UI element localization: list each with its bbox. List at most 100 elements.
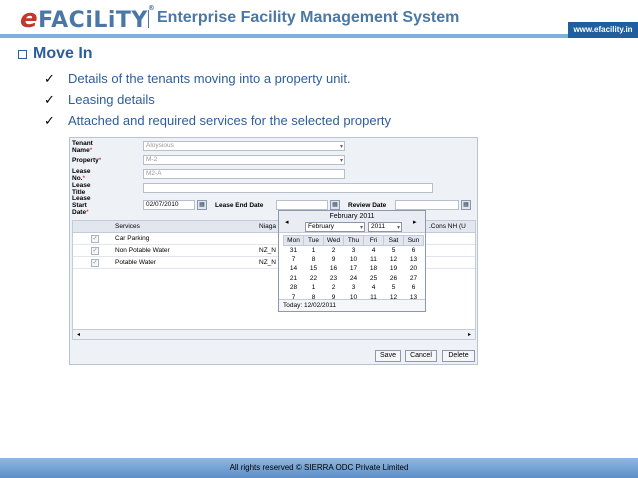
lease-start-date-label: Lease Start Date* <box>72 195 91 216</box>
calendar-header: February 2011 ◂ February ▾ 2011 ▾ ▸ <box>279 211 425 233</box>
save-button[interactable]: Save <box>375 350 401 362</box>
calendar-day[interactable]: 12 <box>384 255 404 265</box>
header: eFACiLiTY® Enterprise Facility Managemen… <box>0 0 638 38</box>
chevron-down-icon: ▾ <box>339 144 343 150</box>
calendar-day[interactable]: 6 <box>404 283 424 293</box>
service-name: Non Potable Water <box>115 247 170 254</box>
calendar-day[interactable]: 23 <box>324 274 344 284</box>
year-select[interactable]: 2011 ▾ <box>368 222 402 232</box>
chevron-down-icon: ▾ <box>339 158 343 164</box>
column-header-niaga[interactable]: Niaga <box>259 223 276 230</box>
row-checkbox[interactable]: ✓ <box>91 235 99 243</box>
bullet-text: Details of the tenants moving into a pro… <box>68 71 351 86</box>
calendar-day[interactable]: 15 <box>304 264 324 274</box>
tenant-name-select[interactable]: Aloysious ▾ <box>143 141 345 151</box>
calendar-day[interactable]: 5 <box>384 245 404 255</box>
scroll-left-icon[interactable]: ◂ <box>77 331 80 338</box>
calendar-icon[interactable]: ▦ <box>461 200 471 210</box>
horizontal-scrollbar[interactable]: ◂ ▸ <box>73 329 475 339</box>
calendar-day[interactable]: 17 <box>344 264 364 274</box>
calendar-day[interactable]: 25 <box>364 274 384 284</box>
calendar-week: 7 8 9 10 11 12 13 <box>284 255 424 265</box>
cancel-button[interactable]: Cancel <box>405 350 437 362</box>
row-checkbox[interactable]: ✓ <box>91 259 99 267</box>
calendar-day[interactable]: 22 <box>304 274 324 284</box>
service-name: Car Parking <box>115 235 150 242</box>
lease-start-date-input[interactable]: 02/07/2010 <box>143 200 195 210</box>
bullet-item: ✓ Leasing details <box>44 89 391 110</box>
calendar-day[interactable]: 8 <box>304 255 324 265</box>
calendar-day[interactable]: 4 <box>364 245 384 255</box>
calendar-day[interactable]: 3 <box>344 283 364 293</box>
calendar-day[interactable]: 6 <box>404 245 424 255</box>
tenant-name-label: Tenant Name* <box>72 139 93 154</box>
calendar-week: 28 1 2 3 4 5 6 <box>284 283 424 293</box>
service-code: NZ_N <box>259 259 276 266</box>
calendar-day[interactable]: 9 <box>324 255 344 265</box>
scroll-right-icon[interactable]: ▸ <box>468 331 471 338</box>
lease-title-input[interactable] <box>143 183 433 193</box>
calendar-week: 21 22 23 24 25 26 27 <box>284 274 424 284</box>
efacility-logo: eFACiLiTY® <box>20 4 155 34</box>
review-date-input[interactable] <box>395 200 459 210</box>
calendar-day[interactable]: 28 <box>284 283 304 293</box>
footer: All rights reserved © SIERRA ODC Private… <box>0 458 638 478</box>
next-month-icon[interactable]: ▸ <box>413 218 417 226</box>
calendar-day[interactable]: 5 <box>384 283 404 293</box>
calendar-icon[interactable]: ▦ <box>197 200 207 210</box>
calendar-day[interactable]: 27 <box>404 274 424 284</box>
bullet-text: Leasing details <box>68 92 155 107</box>
calendar-day[interactable]: 24 <box>344 274 364 284</box>
calendar-day[interactable]: 21 <box>284 274 304 284</box>
bullet-text: Attached and required services for the s… <box>68 113 392 128</box>
calendar-day[interactable]: 16 <box>324 264 344 274</box>
checkmark-icon: ✓ <box>44 70 55 86</box>
review-date-label: Review Date <box>348 202 387 209</box>
lease-end-date-label: Lease End Date <box>215 202 264 209</box>
url-badge: www.efacility.in <box>568 22 638 38</box>
column-header-cons-nh[interactable]: .Cons NH (U <box>429 223 466 230</box>
delete-button[interactable]: Delete <box>442 350 475 362</box>
bullet-item: ✓ Details of the tenants moving into a p… <box>44 68 391 89</box>
calendar-day[interactable]: 14 <box>284 264 304 274</box>
lease-no-input[interactable]: M2-A <box>143 169 345 179</box>
calendar-day[interactable]: 13 <box>404 255 424 265</box>
month-select[interactable]: February ▾ <box>305 222 365 232</box>
calendar-day[interactable]: 11 <box>364 255 384 265</box>
calendar-day[interactable]: 2 <box>324 245 344 255</box>
lease-end-date-input[interactable] <box>276 200 328 210</box>
weekday-label: Mon <box>283 235 304 246</box>
service-code: NZ_N <box>259 247 276 254</box>
prev-month-icon[interactable]: ◂ <box>285 218 289 226</box>
square-bullet-icon <box>18 49 27 59</box>
service-name: Potable Water <box>115 259 156 266</box>
page-title: Enterprise Facility Management System <box>157 9 460 26</box>
calendar-day[interactable]: 4 <box>364 283 384 293</box>
lease-title-label: Lease Title <box>72 181 91 196</box>
calendar-day[interactable]: 31 <box>284 245 304 255</box>
property-select[interactable]: M-2 ▾ <box>143 155 345 165</box>
weekday-label: Tue <box>303 235 324 246</box>
calendar-day[interactable]: 10 <box>344 255 364 265</box>
chevron-down-icon: ▾ <box>396 225 400 231</box>
logo-e: e <box>20 4 39 34</box>
column-header-services[interactable]: Services <box>115 223 140 230</box>
calendar-day[interactable]: 2 <box>324 283 344 293</box>
calendar-day[interactable]: 20 <box>404 264 424 274</box>
calendar-icon[interactable]: ▦ <box>330 200 340 210</box>
calendar-today[interactable]: Today: 12/02/2011 <box>279 299 425 311</box>
calendar-day[interactable]: 7 <box>284 255 304 265</box>
weekday-label: Thu <box>343 235 364 246</box>
calendar-day[interactable]: 19 <box>384 264 404 274</box>
calendar-day[interactable]: 1 <box>304 245 324 255</box>
chevron-down-icon: ▾ <box>359 225 363 231</box>
calendar-day[interactable]: 3 <box>344 245 364 255</box>
property-label: Property* <box>72 157 102 164</box>
calendar-day[interactable]: 26 <box>384 274 404 284</box>
weekday-label: Fri <box>363 235 384 246</box>
calendar-week: 31 1 2 3 4 5 6 <box>284 245 424 255</box>
checkmark-icon: ✓ <box>44 112 55 128</box>
calendar-day[interactable]: 18 <box>364 264 384 274</box>
row-checkbox[interactable]: ✓ <box>91 247 99 255</box>
calendar-day[interactable]: 1 <box>304 283 324 293</box>
